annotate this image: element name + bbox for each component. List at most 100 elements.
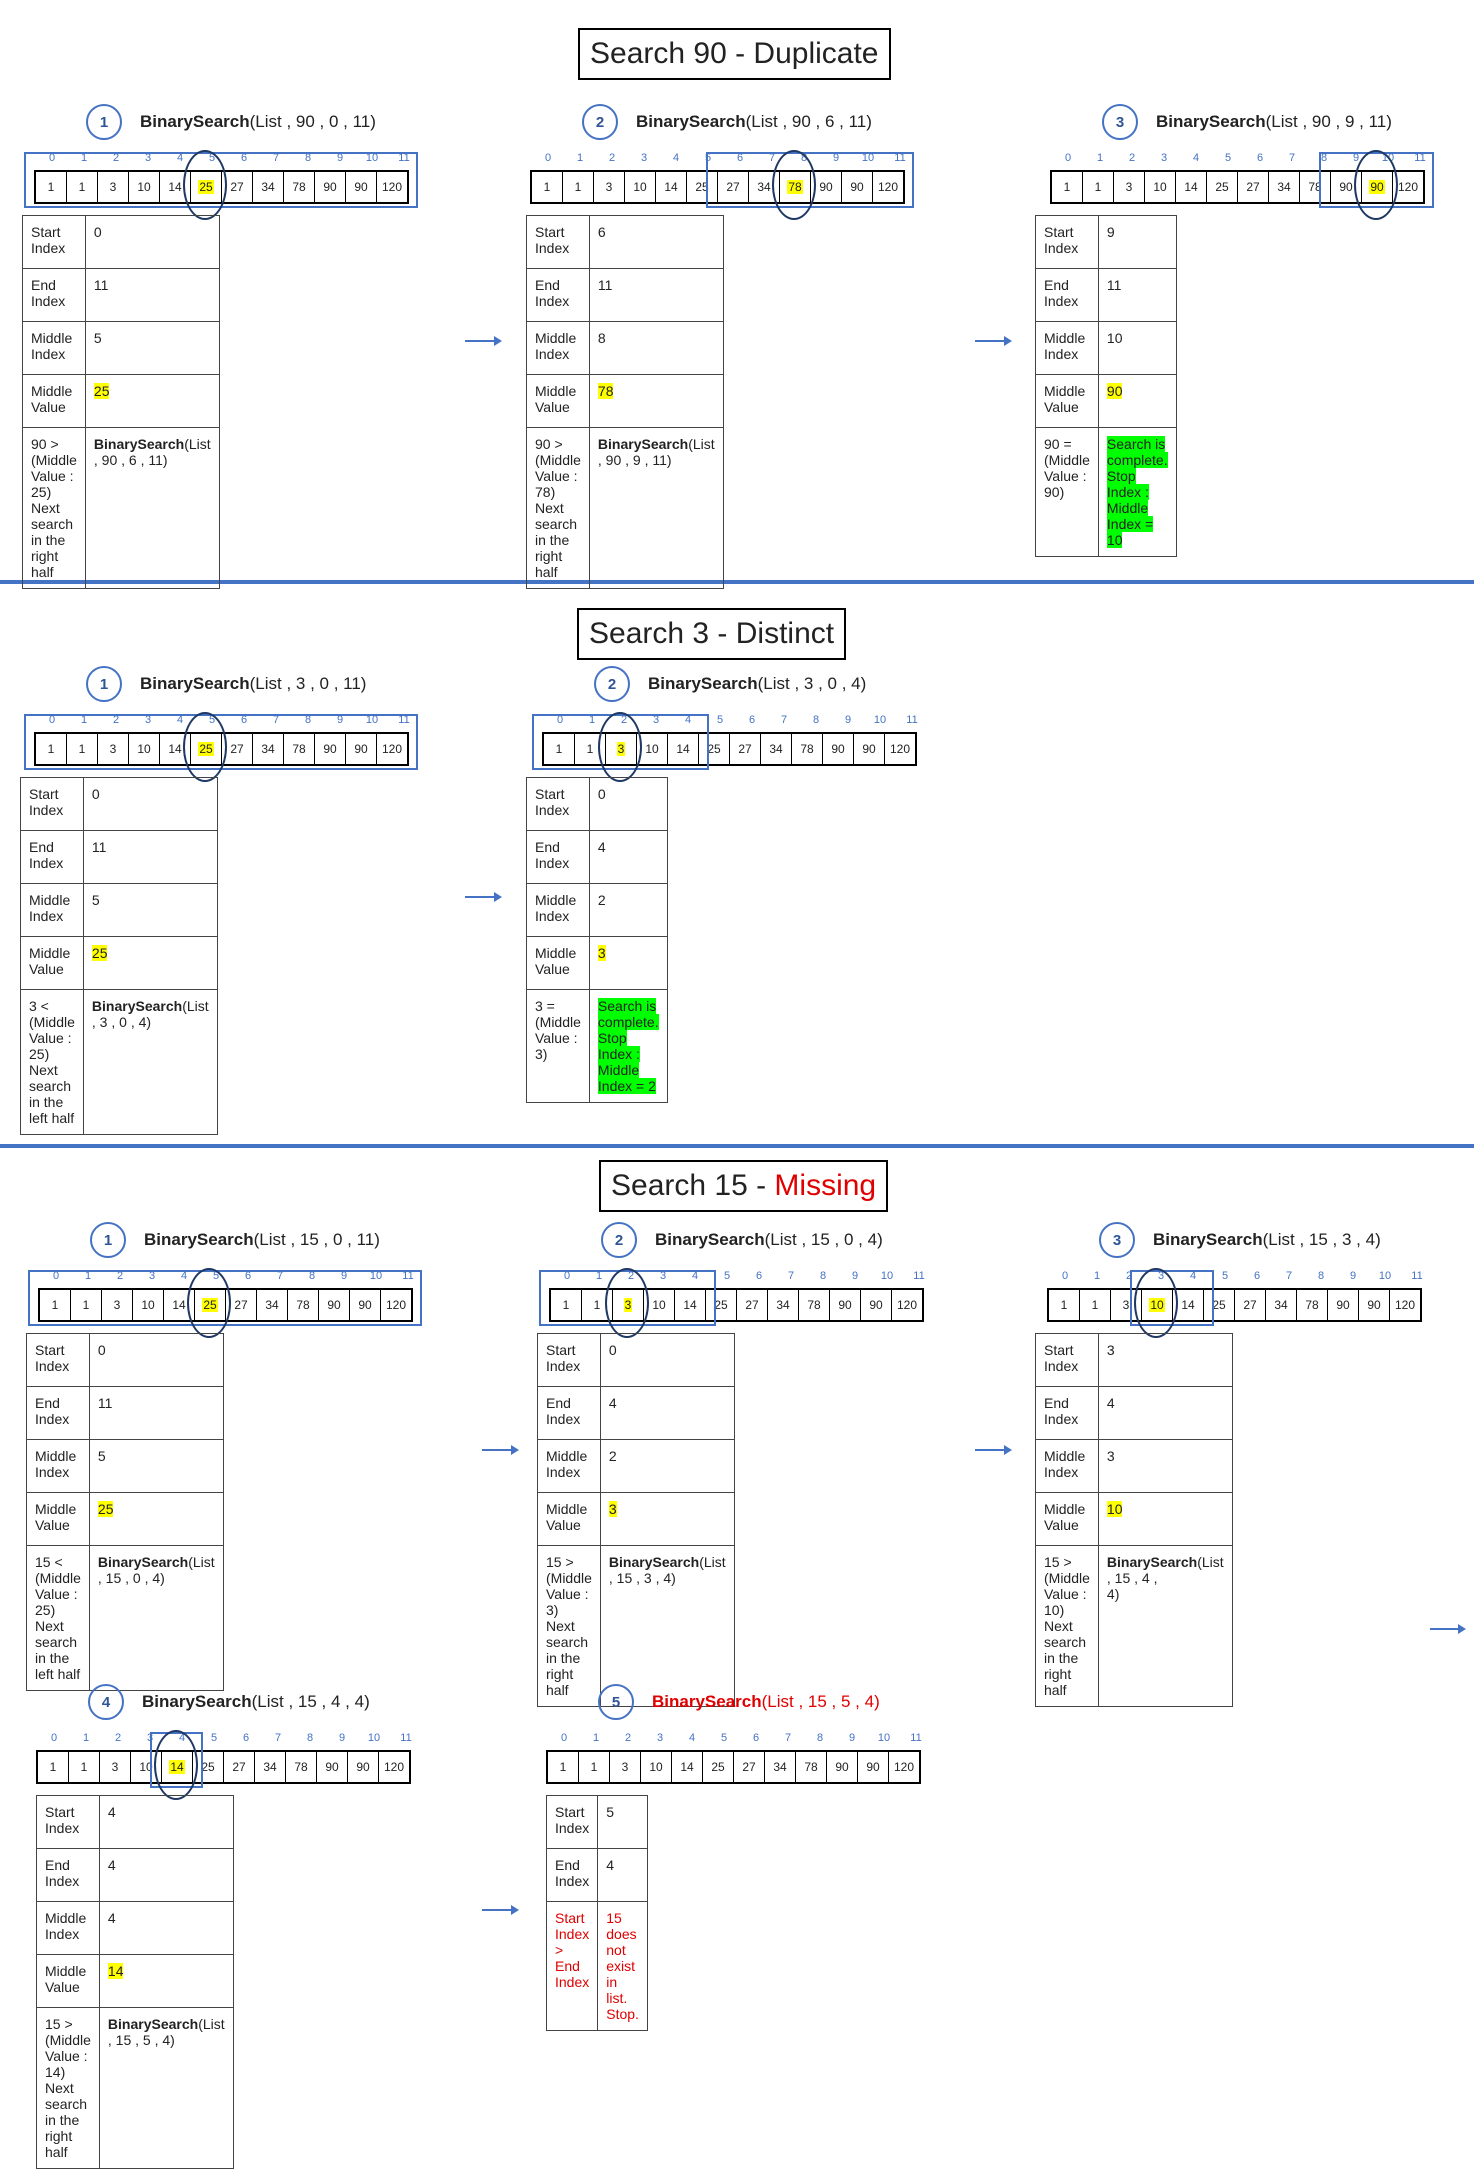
info-value: BinarySearch(List , 90 , 6 , 11)	[84, 427, 220, 589]
array-cell: 90	[317, 1752, 348, 1782]
info-row: 3 < (Middle Value : 25) Next search in th…	[20, 989, 218, 1135]
function-name: BinarySearch	[597, 436, 689, 452]
function-call: BinarySearch(List , 90 , 9 , 11)	[1156, 112, 1392, 132]
index-label: 0	[544, 152, 552, 164]
index-label: 4	[688, 1732, 696, 1744]
info-label: 90 > (Middle Value : 25) Next search in t…	[22, 427, 86, 589]
info-row: 3 = (Middle Value : 3) Search is complete…	[526, 989, 668, 1103]
index-label: 7	[274, 1732, 282, 1744]
array-cell: 25	[703, 1752, 734, 1782]
next-call: BinarySearch(List , 15 , 0 , 4)	[97, 1554, 215, 1586]
info-value: 8	[588, 321, 724, 375]
array-cell: 1	[38, 1752, 69, 1782]
index-labels: 0 1 2 3 4 5 6 7 8 9 10 11	[38, 1732, 422, 1744]
info-label: Middle Value	[526, 936, 590, 990]
info-row: Middle Index 3	[1035, 1439, 1233, 1493]
function-call: BinarySearch(List , 3 , 0 , 4)	[648, 674, 866, 694]
info-row: End Index 4	[537, 1386, 735, 1440]
info-row: Start Index 0	[537, 1333, 735, 1387]
index-label: 9	[851, 1270, 859, 1282]
function-args: (List , 90 , 9 , 11)	[1265, 112, 1392, 131]
function-args: (List , 3 , 0 , 11)	[249, 674, 367, 693]
step-header: 3 BinarySearch(List , 90 , 9 , 11)	[1102, 100, 1392, 144]
info-value: 11	[88, 1386, 224, 1440]
index-label: 0	[1064, 152, 1072, 164]
info-row: Start Index 3	[1035, 1333, 1233, 1387]
array-cell: 120	[1394, 1298, 1416, 1312]
function-name: BinarySearch	[636, 112, 746, 131]
index-label: 9	[848, 1732, 856, 1744]
info-row: 90 > (Middle Value : 78) Next search in t…	[526, 427, 724, 589]
info-row: Middle Index 4	[36, 1901, 234, 1955]
index-label: 9	[338, 1732, 346, 1744]
function-name: BinarySearch	[142, 1692, 252, 1711]
info-label: Start Index	[526, 215, 590, 269]
info-row: Middle Index 10	[1035, 321, 1177, 375]
array-cell: 120	[893, 1760, 915, 1774]
array-cell: 3	[1114, 172, 1145, 202]
function-name: BinarySearch	[107, 2016, 199, 2032]
info-row: Middle Index 2	[526, 883, 668, 937]
search-complete: Search is complete. Stop Index : Middle I…	[1106, 436, 1168, 548]
index-label: 6	[755, 1270, 763, 1282]
array-cell: 27	[737, 1290, 768, 1320]
info-label: End Index	[36, 1848, 100, 1902]
function-args: (List , 15 , 0 , 11)	[253, 1230, 380, 1249]
info-value: 3	[1097, 1333, 1233, 1387]
step-number: 1	[90, 1222, 126, 1258]
index-label: 9	[1349, 1270, 1357, 1282]
index-label: 6	[1256, 152, 1264, 164]
info-value: 14	[98, 1954, 234, 2008]
middle-value-highlight: 3	[597, 945, 606, 961]
info-value: 90	[1097, 374, 1177, 428]
index-label: 10	[367, 1732, 381, 1744]
info-row: Start Index > End Index 15 does not exist…	[545, 1901, 648, 2031]
array-cell: 78	[286, 1752, 317, 1782]
step-number: 2	[582, 104, 618, 140]
middle-value-highlight: 10	[1106, 1501, 1123, 1517]
function-name: BinarySearch	[652, 1692, 762, 1711]
index-label: 7	[784, 1732, 792, 1744]
info-value: 0	[599, 1333, 735, 1387]
info-row: Middle Value 3	[526, 936, 668, 990]
flow-arrow	[975, 336, 1012, 346]
info-row: Middle Index 2	[537, 1439, 735, 1493]
index-label: 10	[1378, 1270, 1392, 1282]
info-label: Start Index	[22, 215, 86, 269]
array-cell: 27	[1238, 172, 1269, 202]
function-name: BinarySearch	[144, 1230, 254, 1249]
info-label: End Index	[537, 1386, 601, 1440]
index-label: 6	[752, 1732, 760, 1744]
flow-arrow	[482, 1905, 519, 1915]
info-label: 3 = (Middle Value : 3)	[526, 989, 590, 1103]
info-label: End Index	[526, 830, 590, 884]
array-cell: 14	[1176, 172, 1207, 202]
middle-marker	[1134, 1268, 1178, 1338]
info-label: Start Index	[1035, 215, 1099, 269]
array-cell: 14	[672, 1752, 703, 1782]
flow-arrow	[975, 1445, 1012, 1455]
function-args: (List , 90 , 6 , 11)	[745, 112, 872, 131]
info-row: Start Index 9	[1035, 215, 1177, 269]
info-value: 11	[588, 268, 724, 322]
info-label: Middle Index	[526, 321, 590, 375]
info-label: Start Index	[1035, 1333, 1099, 1387]
flow-arrow	[465, 336, 502, 346]
info-value: 5	[84, 321, 220, 375]
step-number: 1	[86, 666, 122, 702]
middle-value-highlight: 25	[91, 945, 108, 961]
next-call: BinarySearch(List , 90 , 9 , 11)	[597, 436, 715, 468]
index-label: 4	[1192, 152, 1200, 164]
info-value: 25	[82, 936, 218, 990]
function-name: BinarySearch	[608, 1554, 700, 1570]
info-label: 15 > (Middle Value : 14) Next search in t…	[36, 2007, 100, 2169]
info-row: Middle Index 5	[26, 1439, 224, 1493]
index-label: 11	[1411, 1270, 1423, 1282]
index-label: 5	[1224, 152, 1232, 164]
index-label: 8	[306, 1732, 314, 1744]
index-label: 1	[592, 1732, 600, 1744]
info-label: 90 = (Middle Value : 90)	[1035, 427, 1099, 557]
array-cell: 34	[1266, 1290, 1297, 1320]
array-cells: 1 1 3 10 14 25 27 34 78 90 90 120	[546, 1750, 921, 1784]
info-row: Middle Index 5	[22, 321, 220, 375]
